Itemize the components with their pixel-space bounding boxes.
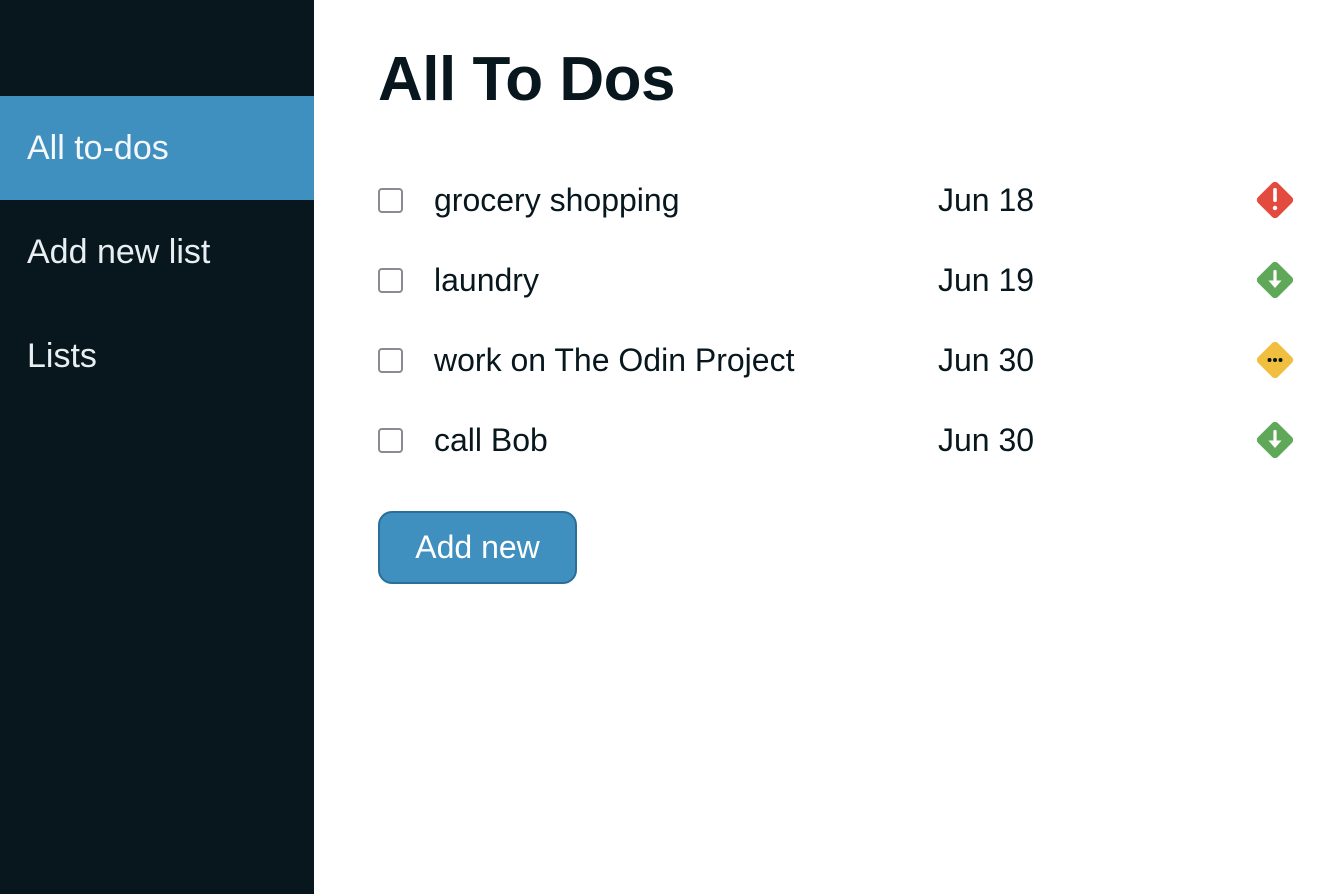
todo-due-date: Jun 19 — [938, 261, 1035, 298]
arrow-down-diamond-icon[interactable] — [1252, 417, 1298, 463]
todo-checkbox[interactable] — [378, 427, 403, 453]
todo-due-date: Jun 30 — [938, 421, 1035, 458]
exclamation-diamond-icon[interactable] — [1252, 177, 1298, 223]
todo-row: grocery shopping Jun 18 — [378, 160, 1298, 240]
todo-due-date: Jun 30 — [938, 341, 1035, 378]
app: All to-dos Add new list Lists All To Dos… — [0, 0, 1340, 894]
todo-due-date: Jun 18 — [938, 181, 1035, 218]
todo-checkbox[interactable] — [378, 187, 403, 213]
todo-row: call Bob Jun 30 — [378, 400, 1298, 480]
todo-title[interactable]: grocery shopping — [434, 182, 679, 219]
arrow-down-diamond-icon[interactable] — [1252, 257, 1298, 303]
todo-row: work on The Odin Project Jun 30 — [378, 320, 1298, 400]
todo-checkbox[interactable] — [378, 267, 403, 293]
todo-list: grocery shopping Jun 18 laundry Jun 19 w… — [378, 160, 1298, 480]
todo-row: laundry Jun 19 — [378, 240, 1298, 320]
sidebar-item-lists[interactable]: Lists — [0, 304, 314, 408]
todo-title[interactable]: laundry — [434, 262, 539, 299]
add-new-button[interactable]: Add new — [378, 511, 577, 584]
sidebar: All to-dos Add new list Lists — [0, 0, 314, 894]
sidebar-item-all-todos[interactable]: All to-dos — [0, 96, 314, 200]
main-content: All To Dos grocery shopping Jun 18 laund… — [314, 0, 1340, 894]
todo-title[interactable]: call Bob — [434, 422, 548, 459]
todo-checkbox[interactable] — [378, 347, 403, 373]
ellipsis-diamond-icon[interactable] — [1252, 337, 1298, 383]
todo-title[interactable]: work on The Odin Project — [434, 342, 794, 379]
page-title: All To Dos — [378, 45, 675, 114]
sidebar-item-add-new-list[interactable]: Add new list — [0, 200, 314, 304]
